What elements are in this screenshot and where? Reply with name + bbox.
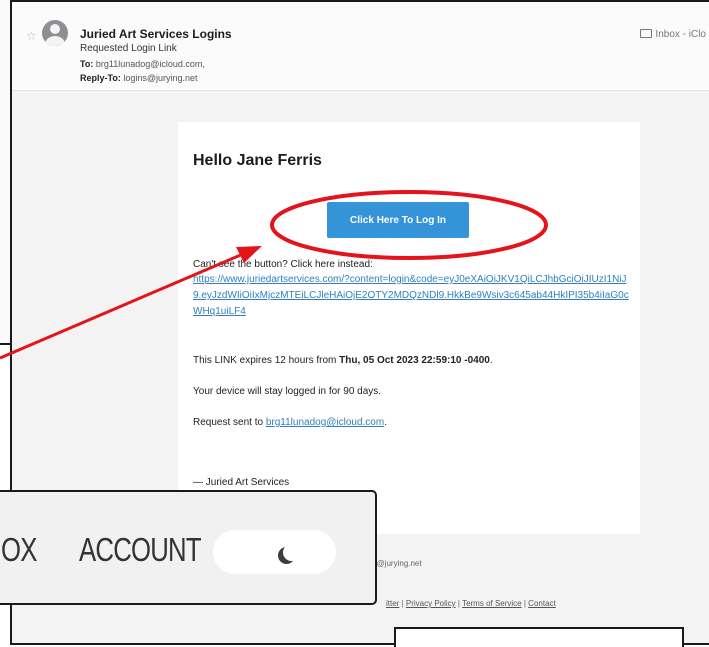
dark-mode-toggle[interactable]: [213, 530, 336, 574]
login-link[interactable]: https://www.juriedartservices.com/?conte…: [193, 272, 633, 320]
footer-links: itter | Privacy Policy | Terms of Servic…: [386, 599, 556, 608]
moon-icon: [283, 544, 300, 561]
to-label: To:: [80, 59, 94, 69]
twitter-link[interactable]: itter: [386, 599, 399, 608]
overlay-panel-bottom: [394, 627, 684, 647]
avatar-head: [50, 24, 60, 34]
mailbox-label[interactable]: Inbox - iClo: [640, 28, 706, 40]
request-prefix: Request sent to: [193, 417, 266, 428]
sender-name: Juried Art Services Logins: [80, 27, 232, 41]
request-suffix: .: [384, 417, 387, 428]
reply-to-address[interactable]: logins@jurying.net: [123, 73, 197, 83]
reply-to-line: Reply-To: logins@jurying.net: [80, 73, 198, 83]
email-card: Hello Jane Ferris Click Here To Log In C…: [178, 122, 640, 534]
mailbox-name: Inbox - iClo: [655, 29, 706, 40]
privacy-policy-link[interactable]: Privacy Policy: [406, 599, 456, 608]
to-line: To: brg11lunadog@icloud.com,: [80, 59, 205, 69]
nav-item-account[interactable]: ACCOUNT: [79, 531, 202, 569]
request-text: Request sent to brg11lunadog@icloud.com.: [193, 417, 387, 428]
expiry-suffix: .: [489, 355, 493, 366]
star-icon[interactable]: ☆: [26, 29, 37, 43]
device-text: Your device will stay logged in for 90 d…: [193, 386, 382, 397]
terms-link[interactable]: Terms of Service: [462, 599, 522, 608]
signoff: — Juried Art Services: [193, 477, 290, 488]
login-button[interactable]: Click Here To Log In: [327, 202, 469, 238]
email-header: ☆ Juried Art Services Logins Requested L…: [12, 2, 709, 91]
reply-to-label: Reply-To:: [80, 73, 121, 83]
folder-icon: [640, 28, 653, 38]
contact-link[interactable]: Contact: [528, 599, 556, 608]
avatar: [42, 20, 68, 46]
email-subject: Requested Login Link: [80, 43, 177, 54]
avatar-body: [45, 36, 65, 46]
cant-see-text: Can't see the button? Click here instead…: [193, 259, 373, 270]
greeting: Hello Jane Ferris: [193, 152, 322, 169]
to-address[interactable]: brg11lunadog@icloud.com,: [96, 59, 205, 69]
expiry-text: This LINK expires 12 hours from Thu, 05 …: [193, 355, 493, 366]
request-email-link[interactable]: brg11lunadog@icloud.com: [266, 417, 384, 428]
nav-item-inbox[interactable]: OX: [1, 531, 37, 569]
account-nav-bar: OX ACCOUNT: [0, 490, 377, 605]
expiry-prefix: This LINK expires 12 hours from: [193, 355, 340, 366]
expiry-date: Thu, 05 Oct 2023 22:59:10 -0400: [339, 355, 490, 366]
